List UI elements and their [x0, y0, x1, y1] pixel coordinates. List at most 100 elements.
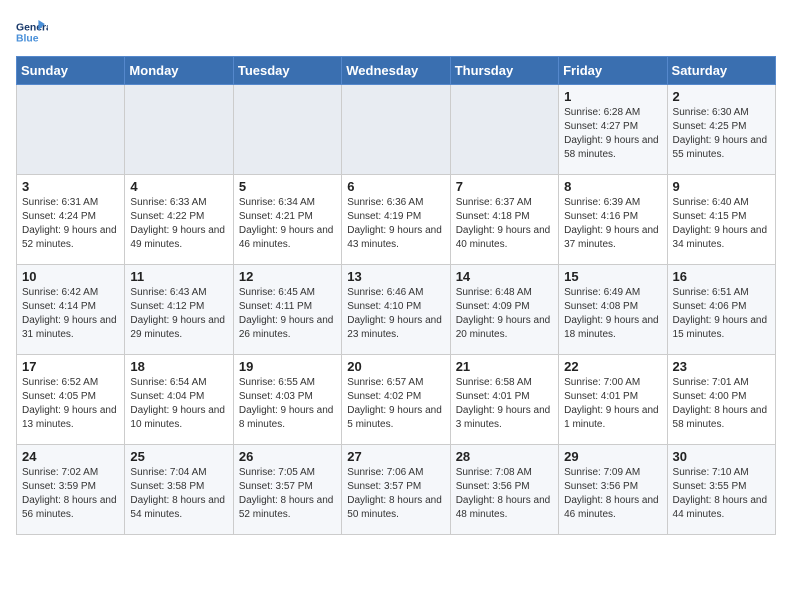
- cell-info: Sunrise: 6:36 AMSunset: 4:19 PMDaylight:…: [347, 196, 444, 252]
- day-number: 5: [239, 179, 336, 194]
- calendar-cell: [125, 85, 233, 175]
- calendar-cell: 7 Sunrise: 6:37 AMSunset: 4:18 PMDaylight…: [450, 175, 558, 265]
- cell-info: Sunrise: 6:45 AMSunset: 4:11 PMDaylight:…: [239, 286, 336, 342]
- calendar-cell: 20 Sunrise: 6:57 AMSunset: 4:02 PMDayligh…: [342, 355, 450, 445]
- calendar-table: SundayMondayTuesdayWednesdayThursdayFrid…: [16, 56, 776, 535]
- day-number: 26: [239, 449, 336, 464]
- day-header-tuesday: Tuesday: [233, 57, 341, 85]
- calendar-cell: 19 Sunrise: 6:55 AMSunset: 4:03 PMDayligh…: [233, 355, 341, 445]
- cell-info: Sunrise: 6:28 AMSunset: 4:27 PMDaylight:…: [564, 106, 661, 162]
- calendar-cell: 16 Sunrise: 6:51 AMSunset: 4:06 PMDayligh…: [667, 265, 775, 355]
- logo: GeneralBlue: [16, 16, 48, 48]
- day-number: 7: [456, 179, 553, 194]
- week-row-3: 10Sunrise: 6:42 AMSunset: 4:14 PMDayligh…: [17, 265, 776, 355]
- day-number: 24: [22, 449, 119, 464]
- cell-info: Sunrise: 7:09 AMSunset: 3:56 PMDaylight:…: [564, 466, 661, 522]
- cell-info: Sunrise: 6:37 AMSunset: 4:18 PMDaylight:…: [456, 196, 553, 252]
- calendar-cell: [342, 85, 450, 175]
- day-number: 29: [564, 449, 661, 464]
- day-number: 14: [456, 269, 553, 284]
- calendar-cell: 10Sunrise: 6:42 AMSunset: 4:14 PMDayligh…: [17, 265, 125, 355]
- cell-info: Sunrise: 6:31 AMSunset: 4:24 PMDaylight:…: [22, 196, 119, 252]
- logo-icon: GeneralBlue: [16, 16, 48, 48]
- cell-info: Sunrise: 6:34 AMSunset: 4:21 PMDaylight:…: [239, 196, 336, 252]
- day-number: 30: [673, 449, 770, 464]
- calendar-cell: 22Sunrise: 7:00 AMSunset: 4:01 PMDayligh…: [559, 355, 667, 445]
- day-number: 15: [564, 269, 661, 284]
- day-number: 13: [347, 269, 444, 284]
- day-header-sunday: Sunday: [17, 57, 125, 85]
- cell-info: Sunrise: 6:58 AMSunset: 4:01 PMDaylight:…: [456, 376, 553, 432]
- day-header-thursday: Thursday: [450, 57, 558, 85]
- calendar-cell: 1 Sunrise: 6:28 AMSunset: 4:27 PMDaylight…: [559, 85, 667, 175]
- cell-info: Sunrise: 6:54 AMSunset: 4:04 PMDaylight:…: [130, 376, 227, 432]
- cell-info: Sunrise: 6:57 AMSunset: 4:02 PMDaylight:…: [347, 376, 444, 432]
- day-number: 1: [564, 89, 661, 104]
- calendar-cell: 28Sunrise: 7:08 AMSunset: 3:56 PMDayligh…: [450, 445, 558, 535]
- day-number: 6: [347, 179, 444, 194]
- cell-info: Sunrise: 6:43 AMSunset: 4:12 PMDaylight:…: [130, 286, 227, 342]
- day-number: 19: [239, 359, 336, 374]
- cell-info: Sunrise: 6:49 AMSunset: 4:08 PMDaylight:…: [564, 286, 661, 342]
- page-header: GeneralBlue: [16, 16, 776, 48]
- calendar-cell: 29 Sunrise: 7:09 AMSunset: 3:56 PMDayligh…: [559, 445, 667, 535]
- cell-info: Sunrise: 6:51 AMSunset: 4:06 PMDaylight:…: [673, 286, 770, 342]
- calendar-cell: 5 Sunrise: 6:34 AMSunset: 4:21 PMDaylight…: [233, 175, 341, 265]
- week-row-5: 24 Sunrise: 7:02 AMSunset: 3:59 PMDayligh…: [17, 445, 776, 535]
- day-number: 28: [456, 449, 553, 464]
- days-header-row: SundayMondayTuesdayWednesdayThursdayFrid…: [17, 57, 776, 85]
- cell-info: Sunrise: 6:33 AMSunset: 4:22 PMDaylight:…: [130, 196, 227, 252]
- cell-info: Sunrise: 6:30 AMSunset: 4:25 PMDaylight:…: [673, 106, 770, 162]
- day-number: 16: [673, 269, 770, 284]
- calendar-cell: 6 Sunrise: 6:36 AMSunset: 4:19 PMDaylight…: [342, 175, 450, 265]
- cell-info: Sunrise: 6:42 AMSunset: 4:14 PMDaylight:…: [22, 286, 119, 342]
- cell-info: Sunrise: 7:04 AMSunset: 3:58 PMDaylight:…: [130, 466, 227, 522]
- calendar-cell: [233, 85, 341, 175]
- calendar-cell: 9 Sunrise: 6:40 AMSunset: 4:15 PMDaylight…: [667, 175, 775, 265]
- calendar-cell: 2 Sunrise: 6:30 AMSunset: 4:25 PMDaylight…: [667, 85, 775, 175]
- day-number: 2: [673, 89, 770, 104]
- day-number: 17: [22, 359, 119, 374]
- calendar-cell: 26 Sunrise: 7:05 AMSunset: 3:57 PMDayligh…: [233, 445, 341, 535]
- day-number: 22: [564, 359, 661, 374]
- day-number: 27: [347, 449, 444, 464]
- calendar-cell: 3 Sunrise: 6:31 AMSunset: 4:24 PMDaylight…: [17, 175, 125, 265]
- day-header-monday: Monday: [125, 57, 233, 85]
- week-row-1: 1 Sunrise: 6:28 AMSunset: 4:27 PMDaylight…: [17, 85, 776, 175]
- calendar-cell: [450, 85, 558, 175]
- day-number: 3: [22, 179, 119, 194]
- calendar-cell: 11 Sunrise: 6:43 AMSunset: 4:12 PMDayligh…: [125, 265, 233, 355]
- cell-info: Sunrise: 6:39 AMSunset: 4:16 PMDaylight:…: [564, 196, 661, 252]
- cell-info: Sunrise: 6:55 AMSunset: 4:03 PMDaylight:…: [239, 376, 336, 432]
- calendar-cell: 27 Sunrise: 7:06 AMSunset: 3:57 PMDayligh…: [342, 445, 450, 535]
- day-number: 25: [130, 449, 227, 464]
- calendar-cell: 13 Sunrise: 6:46 AMSunset: 4:10 PMDayligh…: [342, 265, 450, 355]
- calendar-cell: 25 Sunrise: 7:04 AMSunset: 3:58 PMDayligh…: [125, 445, 233, 535]
- cell-info: Sunrise: 6:46 AMSunset: 4:10 PMDaylight:…: [347, 286, 444, 342]
- day-number: 12: [239, 269, 336, 284]
- calendar-cell: 24 Sunrise: 7:02 AMSunset: 3:59 PMDayligh…: [17, 445, 125, 535]
- day-number: 21: [456, 359, 553, 374]
- day-number: 20: [347, 359, 444, 374]
- cell-info: Sunrise: 6:40 AMSunset: 4:15 PMDaylight:…: [673, 196, 770, 252]
- cell-info: Sunrise: 6:48 AMSunset: 4:09 PMDaylight:…: [456, 286, 553, 342]
- week-row-2: 3 Sunrise: 6:31 AMSunset: 4:24 PMDaylight…: [17, 175, 776, 265]
- calendar-cell: 8Sunrise: 6:39 AMSunset: 4:16 PMDaylight…: [559, 175, 667, 265]
- cell-info: Sunrise: 7:10 AMSunset: 3:55 PMDaylight:…: [673, 466, 770, 522]
- day-header-wednesday: Wednesday: [342, 57, 450, 85]
- calendar-cell: 12 Sunrise: 6:45 AMSunset: 4:11 PMDayligh…: [233, 265, 341, 355]
- day-number: 4: [130, 179, 227, 194]
- day-number: 9: [673, 179, 770, 194]
- week-row-4: 17 Sunrise: 6:52 AMSunset: 4:05 PMDayligh…: [17, 355, 776, 445]
- cell-info: Sunrise: 7:02 AMSunset: 3:59 PMDaylight:…: [22, 466, 119, 522]
- calendar-cell: 17 Sunrise: 6:52 AMSunset: 4:05 PMDayligh…: [17, 355, 125, 445]
- calendar-cell: 30 Sunrise: 7:10 AMSunset: 3:55 PMDayligh…: [667, 445, 775, 535]
- cell-info: Sunrise: 7:06 AMSunset: 3:57 PMDaylight:…: [347, 466, 444, 522]
- calendar-cell: 14 Sunrise: 6:48 AMSunset: 4:09 PMDayligh…: [450, 265, 558, 355]
- svg-text:Blue: Blue: [16, 34, 39, 45]
- day-number: 18: [130, 359, 227, 374]
- cell-info: Sunrise: 6:52 AMSunset: 4:05 PMDaylight:…: [22, 376, 119, 432]
- day-number: 11: [130, 269, 227, 284]
- cell-info: Sunrise: 7:05 AMSunset: 3:57 PMDaylight:…: [239, 466, 336, 522]
- calendar-cell: 21 Sunrise: 6:58 AMSunset: 4:01 PMDayligh…: [450, 355, 558, 445]
